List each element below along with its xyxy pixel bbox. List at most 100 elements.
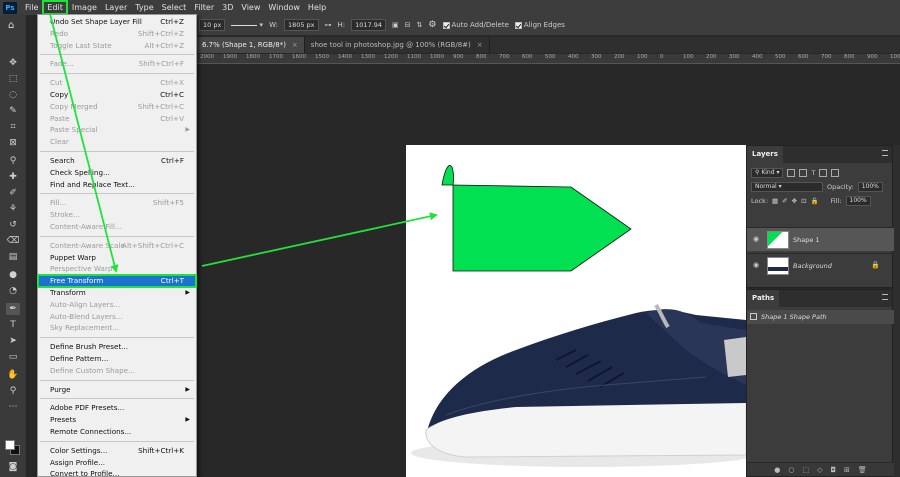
tab-shape-document[interactable]: 6.7% (Shape 1, RGB/8*) × <box>196 37 305 53</box>
load-selection-icon[interactable]: ⬚ <box>802 466 809 474</box>
menu-item-presets[interactable]: Presets ▶ <box>38 414 196 426</box>
delete-path-icon[interactable]: 🗑 <box>858 466 867 474</box>
blur-tool-icon[interactable]: ● <box>6 269 20 281</box>
menu-item-free-transform[interactable]: Free Transform Ctrl+T <box>37 274 197 288</box>
pixel-filter-icon[interactable] <box>787 169 796 177</box>
fill-field[interactable]: 100% <box>845 196 871 206</box>
foreground-color-swatch[interactable] <box>5 440 15 450</box>
menu-select[interactable]: Select <box>158 0 191 15</box>
menu-item-auto-align-layers[interactable]: Auto-Align Layers... <box>38 299 196 311</box>
layer-filter-kind-dropdown[interactable]: ⚲ Kind ▾ <box>751 168 784 178</box>
hand-tool-icon[interactable]: ✋ <box>6 369 20 381</box>
menu-item-content-aware-fill[interactable]: Content-Aware Fill... <box>38 221 196 233</box>
menu-help[interactable]: Help <box>304 0 330 15</box>
menu-item-sky-replacement[interactable]: Sky Replacement... <box>38 322 196 334</box>
edit-toolbar-icon[interactable]: ⋯ <box>6 401 20 413</box>
menu-item-adobe-pdf-presets[interactable]: Adobe PDF Presets... <box>38 402 196 414</box>
menu-3d[interactable]: 3D <box>218 0 237 15</box>
lock-position-icon[interactable]: ✥ <box>792 197 797 205</box>
menu-item-perspective-warp[interactable]: Perspective Warp <box>38 263 196 275</box>
menu-filter[interactable]: Filter <box>190 0 218 15</box>
menu-item-auto-blend-layers[interactable]: Auto-Blend Layers... <box>38 311 196 323</box>
height-field[interactable]: 1017.94 <box>351 19 387 31</box>
menu-item-redo[interactable]: Redo Shift+Ctrl+Z <box>38 28 196 40</box>
brush-tool-icon[interactable]: ✐ <box>6 187 20 199</box>
close-icon[interactable]: × <box>292 41 298 49</box>
new-path-icon[interactable]: ⊞ <box>844 466 850 474</box>
stroke-type-dropdown[interactable]: ▾ <box>231 21 263 29</box>
panel-menu-icon[interactable] <box>882 294 888 300</box>
lock-transparent-icon[interactable]: ▦ <box>772 197 778 205</box>
menu-item-define-custom-shape[interactable]: Define Custom Shape... <box>38 365 196 377</box>
add-mask-icon[interactable]: ◘ <box>830 466 836 474</box>
menu-item-define-brush-preset[interactable]: Define Brush Preset... <box>38 341 196 353</box>
menu-item-clear[interactable]: Clear <box>38 136 196 148</box>
menu-item-content-aware-scale[interactable]: Content-Aware Scale Alt+Shift+Ctrl+C <box>38 240 196 252</box>
menu-layer[interactable]: Layer <box>101 0 131 15</box>
menu-item-transform[interactable]: Transform ▶ <box>38 287 196 299</box>
paths-tab[interactable]: Paths <box>747 290 780 307</box>
menu-item-fade[interactable]: Fade... Shift+Ctrl+F <box>38 58 196 70</box>
menu-file[interactable]: File <box>21 0 42 15</box>
menu-item-assign-profile[interactable]: Assign Profile... <box>38 457 196 469</box>
stroke-size-field[interactable]: 10 px <box>199 19 226 31</box>
layer-row-shape-1[interactable]: ◉ Shape 1 <box>747 227 894 251</box>
quick-mask-icon[interactable]: ◙ <box>6 461 20 473</box>
eye-icon[interactable]: ◉ <box>753 261 759 269</box>
crop-tool-icon[interactable]: ⌗ <box>6 121 20 133</box>
menu-item-puppet-warp[interactable]: Puppet Warp <box>38 252 196 264</box>
path-operations-icon[interactable]: ▣ <box>392 21 399 29</box>
menu-edit[interactable]: Edit <box>42 0 68 15</box>
menu-item-check-spelling[interactable]: Check Spelling... <box>38 167 196 179</box>
menu-type[interactable]: Type <box>131 0 157 15</box>
menu-item-paste[interactable]: Paste Ctrl+V <box>38 113 196 125</box>
lasso-tool-icon[interactable]: ◌ <box>6 89 20 101</box>
lock-icon[interactable]: 🔒 <box>871 261 880 269</box>
layer-row-background[interactable]: ◉ Background 🔒 <box>747 253 894 277</box>
lock-artboard-icon[interactable]: ⊡ <box>801 197 806 205</box>
menu-item-color-settings[interactable]: Color Settings... Shift+Ctrl+K <box>38 445 196 457</box>
blend-mode-dropdown[interactable]: Normal ▾ <box>751 182 823 192</box>
path-alignment-icon[interactable]: ⊟ <box>405 21 411 29</box>
path-selection-tool-icon[interactable]: ➤ <box>6 335 20 347</box>
shape-filter-icon[interactable] <box>819 169 828 177</box>
menu-item-find-and-replace-text[interactable]: Find and Replace Text... <box>38 179 196 191</box>
path-row[interactable]: Shape 1 Shape Path <box>747 310 894 324</box>
eye-icon[interactable]: ◉ <box>753 235 759 243</box>
frame-tool-icon[interactable]: ⊠ <box>6 137 20 149</box>
lock-all-icon[interactable]: 🔒 <box>811 197 819 205</box>
dodge-tool-icon[interactable]: ◔ <box>6 285 20 297</box>
width-field[interactable]: 1805 px <box>283 19 319 31</box>
menu-window[interactable]: Window <box>264 0 304 15</box>
menu-item-stroke[interactable]: Stroke... <box>38 209 196 221</box>
history-brush-tool-icon[interactable]: ↺ <box>6 219 20 231</box>
clone-stamp-tool-icon[interactable]: ⚘ <box>6 203 20 215</box>
menu-item-toggle-last-state[interactable]: Toggle Last State Alt+Ctrl+Z <box>38 40 196 52</box>
smart-object-filter-icon[interactable] <box>831 169 840 177</box>
type-filter-icon[interactable]: T <box>811 169 815 177</box>
menu-item-copy[interactable]: Copy Ctrl+C <box>38 89 196 101</box>
stroke-path-icon[interactable]: ○ <box>788 466 794 474</box>
make-work-path-icon[interactable]: ◇ <box>817 466 822 474</box>
fill-path-icon[interactable]: ● <box>774 466 780 474</box>
healing-brush-tool-icon[interactable]: ✚ <box>6 171 20 183</box>
close-icon[interactable]: × <box>477 41 483 49</box>
opacity-field[interactable]: 100% <box>857 182 883 192</box>
type-tool-icon[interactable]: T <box>6 319 20 331</box>
panel-menu-icon[interactable] <box>882 150 888 156</box>
gradient-tool-icon[interactable]: ▤ <box>6 251 20 263</box>
gear-icon[interactable]: ⚙ <box>428 20 436 30</box>
auto-add-delete-checkbox[interactable]: Auto Add/Delete <box>442 21 509 29</box>
layers-tab[interactable]: Layers <box>747 146 783 163</box>
home-icon[interactable]: ⌂ <box>8 20 14 31</box>
menu-item-fill[interactable]: Fill... Shift+F5 <box>38 197 196 209</box>
tab-shoe-document[interactable]: shoe tool in photoshop.jpg @ 100% (RGB/8… <box>305 37 490 53</box>
adjustment-filter-icon[interactable] <box>799 169 808 177</box>
rectangle-tool-icon[interactable]: ▭ <box>6 351 20 363</box>
menu-item-purge[interactable]: Purge ▶ <box>38 384 196 396</box>
menu-item-cut[interactable]: Cut Ctrl+X <box>38 77 196 89</box>
menu-item-copy-merged[interactable]: Copy Merged Shift+Ctrl+C <box>38 101 196 113</box>
eyedropper-tool-icon[interactable]: ⚲ <box>6 155 20 167</box>
menu-item-define-pattern[interactable]: Define Pattern... <box>38 353 196 365</box>
menu-view[interactable]: View <box>237 0 264 15</box>
